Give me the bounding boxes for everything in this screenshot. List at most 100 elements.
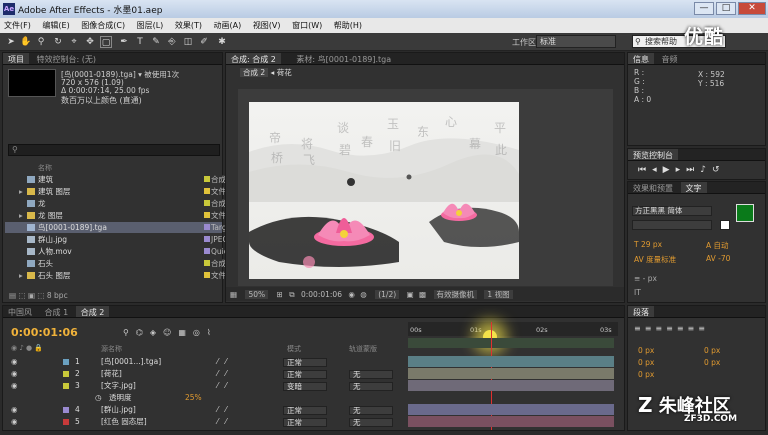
layer-label-color[interactable]: [63, 407, 69, 413]
workspace-dropdown[interactable]: 标准: [536, 35, 616, 48]
motion-blur-icon[interactable]: ◎: [193, 328, 207, 337]
current-timecode[interactable]: 0:00:01:06: [11, 326, 78, 339]
layer-duration-bar[interactable]: [408, 368, 614, 379]
next-frame-icon[interactable]: ▸: [676, 165, 687, 175]
roto-brush-tool-icon[interactable]: ✐: [198, 36, 210, 48]
layer-name[interactable]: [荷花]: [101, 368, 122, 380]
grid-icon[interactable]: ⊞: [277, 290, 283, 299]
tab-composition[interactable]: 合成: 合成 2: [226, 53, 281, 64]
label-color[interactable]: [204, 176, 210, 182]
expand-triangle-icon[interactable]: ▸: [19, 186, 23, 197]
justify-all-icon[interactable]: ≡: [698, 324, 709, 333]
space-after-field[interactable]: 0 px: [704, 358, 720, 367]
visibility-eye-icon[interactable]: ◉: [11, 368, 18, 380]
font-size-field[interactable]: T 29 px: [634, 240, 662, 249]
project-item[interactable]: 龙 合成: [5, 198, 226, 209]
layer-duration-bar[interactable]: [408, 380, 614, 391]
align-left-icon[interactable]: ≡: [634, 324, 645, 333]
blend-mode-dropdown[interactable]: 变暗: [283, 382, 327, 391]
mini-flowchart-icon[interactable]: ⌬: [136, 328, 150, 337]
timeline-layer-row[interactable]: ◉ 4 [群山.jpg] ⁄ ⁄ 正常 无: [5, 404, 406, 416]
layer-name[interactable]: [群山.jpg]: [101, 404, 136, 416]
space-before-field[interactable]: 0 px: [638, 358, 654, 367]
visibility-eye-icon[interactable]: ◉: [11, 356, 18, 368]
pen-tool-icon[interactable]: ✒: [118, 36, 130, 48]
indent-left-field[interactable]: 0 px: [638, 346, 654, 355]
tab-project[interactable]: 项目: [3, 53, 29, 64]
brush-tool-icon[interactable]: ✎: [150, 36, 162, 48]
layer-switches[interactable]: ⁄ ⁄: [217, 416, 227, 428]
work-area-bar[interactable]: [408, 338, 614, 348]
breadcrumb-comp2[interactable]: 合成 2: [240, 68, 269, 77]
tab-character[interactable]: 文字: [680, 182, 707, 193]
first-line-indent-field[interactable]: 0 px: [638, 370, 654, 379]
font-family-dropdown[interactable]: 方正黑黑 简体: [632, 206, 712, 216]
clone-stamp-tool-icon[interactable]: ⎆: [166, 36, 178, 48]
project-item[interactable]: 石头 合成: [5, 258, 226, 269]
frame-blending-icon[interactable]: ▦: [178, 328, 193, 337]
region-of-interest-icon[interactable]: ▣: [407, 290, 414, 299]
layer-switches[interactable]: ⁄ ⁄: [217, 404, 227, 416]
label-color[interactable]: [204, 212, 210, 218]
timeline-layer-row[interactable]: ◉ 1 [鸟[0001...].tga] ⁄ ⁄ 正常: [5, 356, 406, 368]
visibility-eye-icon[interactable]: ◉: [11, 380, 18, 392]
visibility-eye-icon[interactable]: ◉: [11, 416, 18, 428]
label-color[interactable]: [204, 260, 210, 266]
menu-composition[interactable]: 图像合成(C): [81, 21, 125, 30]
menu-edit[interactable]: 编辑(E): [42, 21, 69, 30]
last-frame-icon[interactable]: ⏭: [686, 165, 700, 175]
project-item[interactable]: ▸ 建筑 图层 文件夹: [5, 186, 234, 197]
project-item[interactable]: 人物.movQuickTi...: [5, 246, 246, 257]
tab-paragraph[interactable]: 段落: [628, 306, 654, 317]
menu-window[interactable]: 窗口(W): [292, 21, 322, 30]
tab-comp2[interactable]: 合成 2: [75, 306, 110, 317]
menu-effect[interactable]: 效果(T): [175, 21, 202, 30]
layer-switches[interactable]: ⁄ ⁄: [217, 368, 227, 380]
layer-duration-bar[interactable]: [408, 404, 614, 415]
text-tool-icon[interactable]: T: [134, 36, 146, 48]
tab-preview[interactable]: 预览控制台: [628, 149, 678, 160]
fill-color-swatch[interactable]: [736, 204, 754, 222]
layer-switches[interactable]: ⁄ ⁄: [217, 356, 227, 368]
composition-viewer[interactable]: 帝桥 将飞 谈碧春玉 旧 东 心幕 平此: [238, 89, 613, 286]
label-color[interactable]: [204, 188, 210, 194]
zoom-dropdown[interactable]: 50%: [245, 290, 269, 299]
timeline-layer-row[interactable]: ◉ 2 [荷花] ⁄ ⁄ 正常 无: [5, 368, 406, 380]
track-matte-header[interactable]: 轨道蒙版: [349, 344, 377, 354]
camera-snapshot-icon[interactable]: ◉: [348, 290, 355, 299]
layer-name[interactable]: [文字.jpg]: [101, 380, 136, 392]
tracking-field[interactable]: AV -70: [706, 254, 730, 263]
track-matte-dropdown[interactable]: 无: [349, 418, 393, 427]
stopwatch-icon[interactable]: ◷: [95, 392, 102, 404]
opacity-value[interactable]: 25%: [185, 392, 202, 404]
timeline-layer-row[interactable]: ◉ 3 [文字.jpg] ⁄ ⁄ 变暗 无: [5, 380, 406, 392]
tab-audio[interactable]: 音频: [657, 53, 683, 64]
current-time-display[interactable]: 0:00:01:06: [301, 290, 342, 299]
eraser-tool-icon[interactable]: ◫: [182, 36, 194, 48]
camera-tool-icon[interactable]: ⌖: [68, 36, 80, 48]
bpc-indicator[interactable]: 8 bpc: [47, 291, 68, 300]
visibility-eye-icon[interactable]: ◉: [11, 404, 18, 416]
zoom-tool-icon[interactable]: ⚲: [35, 36, 47, 48]
label-color[interactable]: [204, 200, 210, 206]
snapshot-icon[interactable]: ⧉: [289, 290, 294, 299]
layer-name[interactable]: [鸟[0001...].tga]: [101, 356, 161, 368]
project-item[interactable]: ▸ 龙 图层 文件夹: [5, 210, 234, 221]
font-style-dropdown[interactable]: [632, 220, 712, 230]
close-button[interactable]: ✕: [738, 2, 766, 15]
play-icon[interactable]: ▶: [663, 165, 676, 175]
project-item[interactable]: 建筑 合成: [5, 174, 226, 185]
breadcrumb-lotus[interactable]: 荷花: [277, 68, 292, 77]
label-color[interactable]: [204, 248, 210, 254]
font-size-value[interactable]: 29 px: [641, 240, 662, 249]
layer-label-color[interactable]: [63, 419, 69, 425]
label-color[interactable]: [204, 224, 210, 230]
align-right-icon[interactable]: ≡: [655, 324, 666, 333]
layer-label-color[interactable]: [63, 371, 69, 377]
tab-info[interactable]: 信息: [628, 53, 654, 64]
menu-view[interactable]: 视图(V): [253, 21, 281, 30]
layer-property-row[interactable]: ◷ 透明度 25%: [5, 392, 406, 404]
mask-tool-icon[interactable]: ▢: [100, 36, 112, 48]
first-frame-icon[interactable]: ⏮: [638, 165, 652, 175]
track-matte-dropdown[interactable]: 无: [349, 370, 393, 379]
